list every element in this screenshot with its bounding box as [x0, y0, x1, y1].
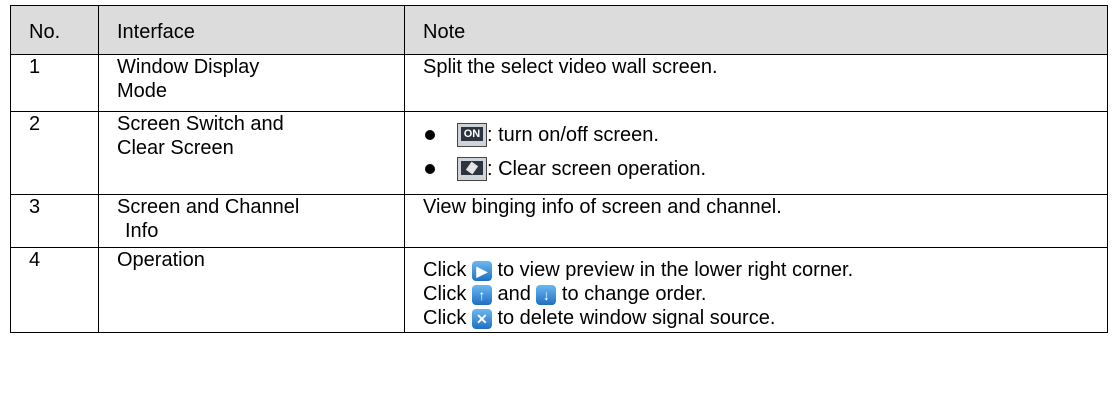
cell-interface: Operation: [98, 247, 405, 333]
cell-note: ON : turn on/off screen. : Clear screen …: [404, 111, 1108, 195]
interface-line: Operation: [117, 249, 205, 271]
screen-on-icon: ON: [457, 123, 487, 147]
table-row: 1 Window Display Mode Split the select v…: [10, 54, 1108, 112]
interface-line: Mode: [117, 80, 168, 102]
interface-line: Screen and Channel: [117, 196, 300, 218]
bullet-item: ON : turn on/off screen.: [423, 118, 1107, 152]
table-header-row: No. Interface Note: [10, 5, 1108, 55]
interface-line: Window Display: [117, 56, 260, 78]
bullet-dot: [425, 164, 435, 174]
cell-no: 2: [10, 111, 99, 195]
op-text: Click: [423, 307, 472, 329]
op-text: Click: [423, 283, 472, 305]
header-no: No.: [10, 5, 99, 55]
header-note: Note: [404, 5, 1108, 55]
operation-line: Click ▶ to view preview in the lower rig…: [423, 258, 1107, 282]
op-text: and: [491, 283, 537, 305]
bullet-text: : turn on/off screen.: [487, 124, 659, 146]
table-row: 4 Operation Click ▶ to view preview in t…: [10, 247, 1108, 333]
op-text: to change order.: [556, 283, 707, 305]
arrow-down-icon[interactable]: ↓: [536, 284, 557, 305]
bullet-text: : Clear screen operation.: [487, 158, 707, 180]
arrow-up-icon[interactable]: ↑: [471, 284, 492, 305]
cell-no: 4: [10, 247, 99, 333]
play-preview-icon[interactable]: ▶: [471, 260, 492, 281]
interface-line: Clear Screen: [117, 137, 234, 159]
cell-note: Split the select video wall screen.: [404, 54, 1108, 112]
cell-no: 3: [10, 194, 99, 248]
cell-note: Click ▶ to view preview in the lower rig…: [404, 247, 1108, 333]
interface-table: No. Interface Note 1 Window Display Mode…: [10, 5, 1108, 333]
op-text: Click: [423, 259, 472, 281]
cell-note: View binging info of screen and channel.: [404, 194, 1108, 248]
cell-interface: Screen Switch and Clear Screen: [98, 111, 405, 195]
delete-x-icon[interactable]: ✕: [471, 308, 492, 329]
operation-line: Click ✕ to delete window signal source.: [423, 306, 1107, 330]
table-row: 2 Screen Switch and Clear Screen ON : tu…: [10, 111, 1108, 195]
op-text: to delete window signal source.: [491, 307, 776, 329]
cell-interface: Window Display Mode: [98, 54, 405, 112]
interface-line: Info: [125, 220, 159, 242]
bullet-dot: [425, 130, 435, 140]
bullet-item: : Clear screen operation.: [423, 152, 1107, 186]
op-text: to view preview in the lower right corne…: [491, 259, 854, 281]
cell-no: 1: [10, 54, 99, 112]
operation-line: Click ↑ and ↓ to change order.: [423, 282, 1107, 306]
interface-line: Screen Switch and: [117, 113, 284, 135]
table-row: 3 Screen and Channel Info View binging i…: [10, 194, 1108, 248]
cell-interface: Screen and Channel Info: [98, 194, 405, 248]
header-interface: Interface: [98, 5, 405, 55]
clear-screen-icon: [457, 157, 487, 181]
